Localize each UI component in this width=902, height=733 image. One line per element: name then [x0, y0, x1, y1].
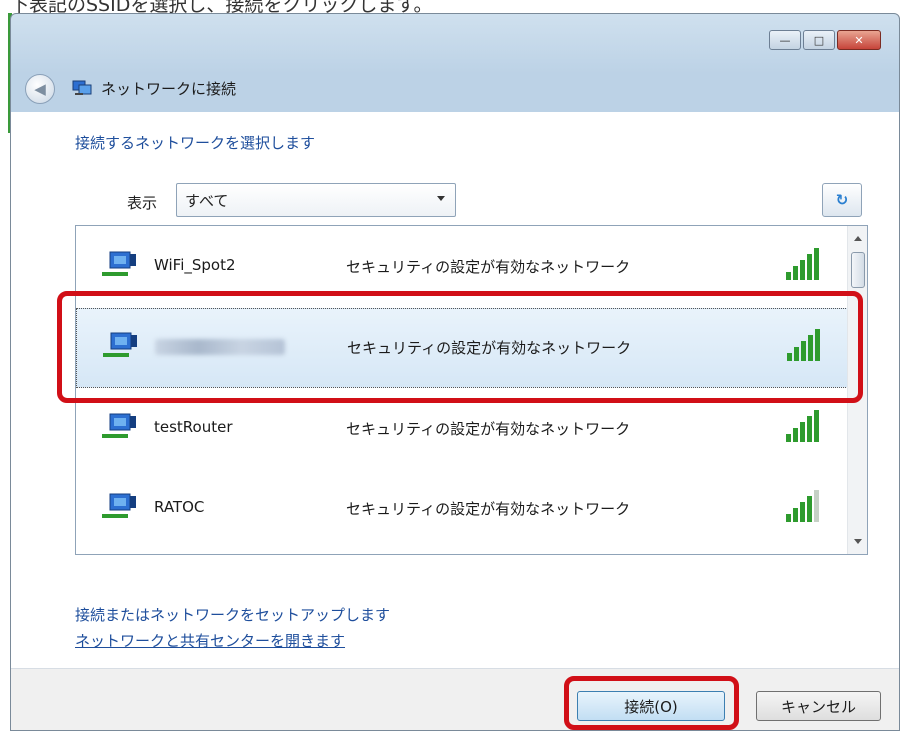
- window-title: ネットワークに接続: [101, 80, 237, 98]
- filter-label: 表示: [127, 194, 158, 212]
- signal-bar: [786, 272, 791, 280]
- page-heading: 接続するネットワークを選択します: [75, 134, 316, 152]
- signal-bar: [800, 502, 805, 522]
- connect-button[interactable]: 接続(O): [577, 691, 725, 721]
- signal-bar: [814, 490, 819, 522]
- signal-bar: [793, 508, 798, 522]
- scroll-thumb[interactable]: [851, 252, 865, 288]
- back-arrow-icon: ◀: [34, 80, 46, 98]
- signal-bar: [815, 329, 820, 361]
- network-name: testRouter: [154, 418, 233, 436]
- network-security: セキュリティの設定が有効なネットワーク: [347, 339, 632, 357]
- refresh-button[interactable]: ↻: [822, 183, 862, 217]
- navigation-row: ◀ ネットワークに接続: [11, 64, 899, 112]
- network-security: セキュリティの設定が有効なネットワーク: [346, 258, 631, 276]
- network-list: WiFi_Spot2 セキュリティの設定が有効なネットワーク セキュリティの設定…: [75, 225, 868, 555]
- signal-bar: [794, 347, 799, 361]
- network-row-1[interactable]: セキュリティの設定が有効なネットワーク: [76, 308, 848, 388]
- setup-connection-link[interactable]: 接続またはネットワークをセットアップします: [75, 604, 390, 625]
- signal-strength-icon: [786, 490, 819, 522]
- signal-bar: [807, 496, 812, 522]
- signal-strength-icon: [786, 410, 819, 442]
- signal-bar: [808, 335, 813, 361]
- scroll-up-arrow-icon[interactable]: [854, 236, 862, 241]
- blurred-ssid: [155, 339, 285, 355]
- wireless-network-icon: [102, 493, 136, 518]
- network-icon: [72, 80, 92, 95]
- button-bar: 接続(O) キャンセル: [11, 668, 899, 730]
- sharing-center-link[interactable]: ネットワークと共有センターを開きます: [75, 630, 345, 651]
- title-bar: — □ ✕: [11, 14, 899, 64]
- connect-network-dialog: — □ ✕ ◀ ネットワークに接続 接続するネットワークを選択します 表示 すべ…: [10, 13, 900, 731]
- cancel-button[interactable]: キャンセル: [756, 691, 881, 721]
- network-name: RATOC: [154, 498, 205, 516]
- network-row-2[interactable]: testRouter セキュリティの設定が有効なネットワーク: [76, 390, 848, 470]
- scroll-down-arrow-icon[interactable]: [854, 539, 862, 544]
- minimize-button[interactable]: —: [769, 30, 801, 50]
- signal-bar: [793, 428, 798, 442]
- filter-select[interactable]: すべて: [176, 183, 456, 217]
- network-name-obscured: [155, 337, 285, 355]
- signal-bar: [787, 353, 792, 361]
- network-row-3[interactable]: RATOC セキュリティの設定が有効なネットワーク: [76, 470, 848, 550]
- close-button[interactable]: ✕: [837, 30, 881, 50]
- signal-bar: [786, 514, 791, 522]
- maximize-button[interactable]: □: [803, 30, 835, 50]
- signal-bar: [786, 434, 791, 442]
- filter-selected-value: すべて: [185, 191, 229, 210]
- list-scrollbar[interactable]: [847, 226, 867, 554]
- dialog-content: 接続するネットワークを選択します 表示 すべて ↻ WiFi_Spot2 セキュ…: [11, 112, 899, 668]
- signal-bar: [814, 248, 819, 280]
- wireless-network-icon: [102, 251, 136, 276]
- chevron-down-icon: [437, 196, 445, 201]
- back-button[interactable]: ◀: [25, 74, 55, 104]
- network-security: セキュリティの設定が有効なネットワーク: [346, 500, 631, 518]
- signal-bar: [800, 260, 805, 280]
- signal-bar: [800, 422, 805, 442]
- network-row-0[interactable]: WiFi_Spot2 セキュリティの設定が有効なネットワーク: [76, 228, 848, 308]
- wireless-network-icon: [103, 332, 137, 357]
- signal-strength-icon: [786, 248, 819, 280]
- refresh-icon: ↻: [835, 191, 849, 209]
- network-security: セキュリティの設定が有効なネットワーク: [346, 420, 631, 438]
- wireless-network-icon: [102, 413, 136, 438]
- signal-bar: [793, 266, 798, 280]
- signal-bar: [807, 254, 812, 280]
- signal-bar: [807, 416, 812, 442]
- signal-bar: [814, 410, 819, 442]
- signal-strength-icon: [787, 329, 820, 361]
- network-name: WiFi_Spot2: [154, 256, 236, 274]
- signal-bar: [801, 341, 806, 361]
